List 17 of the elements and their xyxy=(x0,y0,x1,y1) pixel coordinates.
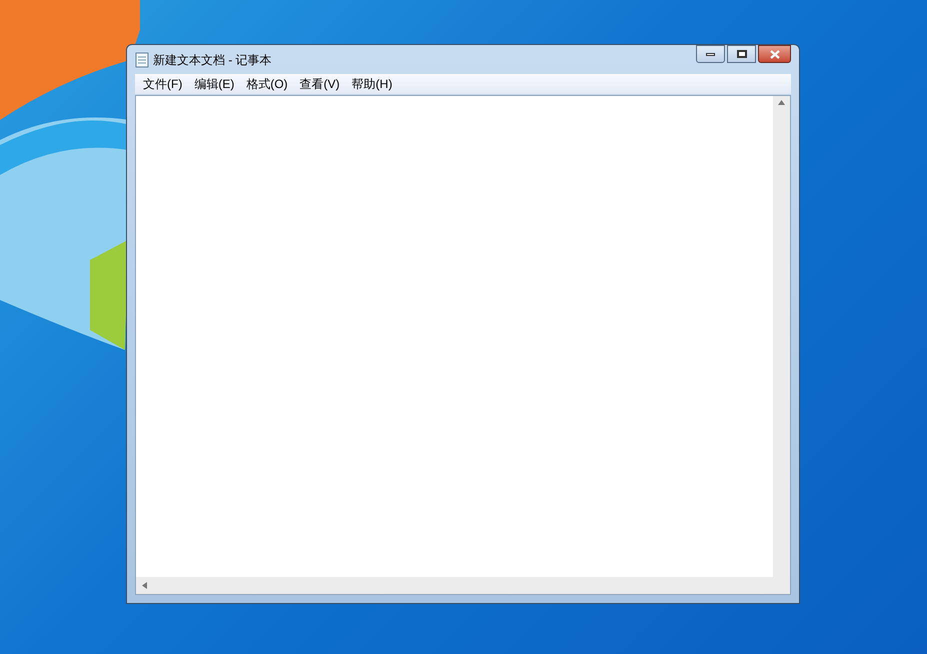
scroll-up-icon[interactable] xyxy=(778,100,785,105)
menu-item[interactable]: 编辑(E) xyxy=(188,75,240,93)
menu-item[interactable]: 查看(V) xyxy=(294,75,346,93)
close-icon xyxy=(770,50,780,58)
scroll-left-icon[interactable] xyxy=(142,582,147,589)
menu-item[interactable]: 帮助(H) xyxy=(346,75,398,93)
minimize-button[interactable] xyxy=(696,45,725,63)
horizontal-scrollbar[interactable] xyxy=(136,577,773,594)
vertical-scrollbar[interactable] xyxy=(773,96,790,577)
window-title: 新建文本文档 - 记事本 xyxy=(153,52,272,68)
maximize-icon xyxy=(736,50,746,58)
menu-item[interactable]: 文件(F) xyxy=(137,75,188,93)
notepad-icon xyxy=(135,52,149,68)
minimize-icon xyxy=(706,52,715,56)
maximize-button[interactable] xyxy=(727,45,756,63)
menu-item[interactable]: 格式(O) xyxy=(240,75,294,93)
close-button[interactable] xyxy=(758,45,791,63)
